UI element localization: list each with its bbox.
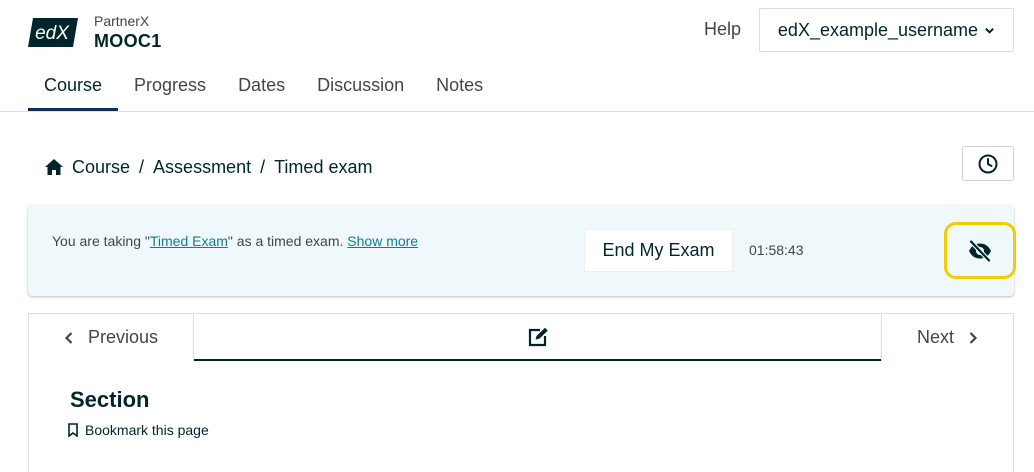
- chevron-down-icon: [985, 27, 994, 34]
- eye-slash-icon: [969, 239, 991, 262]
- course-org: PartnerX: [94, 13, 150, 29]
- exam-message-prefix: You are taking ": [52, 233, 150, 249]
- clock-icon: [978, 154, 998, 173]
- exam-message-suffix: " as a timed exam.: [227, 233, 348, 249]
- breadcrumb-separator: /: [139, 156, 145, 177]
- breadcrumb-timed-exam: Timed exam: [274, 156, 373, 177]
- hide-timer-button[interactable]: [944, 222, 1016, 279]
- tab-course[interactable]: Course: [28, 66, 119, 112]
- tab-dates[interactable]: Dates: [222, 66, 301, 112]
- previous-button[interactable]: Previous: [29, 314, 194, 361]
- bookmark-button[interactable]: Bookmark this page: [67, 422, 209, 438]
- exam-name-link[interactable]: Timed Exam: [150, 233, 228, 249]
- show-more-link[interactable]: Show more: [347, 233, 418, 249]
- bookmark-label: Bookmark this page: [85, 422, 209, 438]
- logo-text: edX: [35, 23, 70, 44]
- clock-button[interactable]: [962, 146, 1014, 181]
- timed-exam-banner: You are taking "Timed Exam" as a timed e…: [28, 205, 1016, 296]
- chevron-left-icon: [64, 331, 73, 344]
- breadcrumb-separator: /: [260, 156, 266, 177]
- course-number: MOOC1: [94, 31, 162, 51]
- section-title: Section: [70, 387, 150, 412]
- previous-label: Previous: [87, 327, 159, 347]
- home-icon[interactable]: [44, 158, 64, 176]
- tab-progress[interactable]: Progress: [118, 66, 222, 112]
- exam-timer: 01:58:43: [749, 242, 804, 258]
- next-button[interactable]: Next: [881, 314, 1013, 361]
- chevron-right-icon: [969, 331, 978, 344]
- username-label: edX_example_username: [777, 19, 979, 40]
- unit-tab[interactable]: [194, 314, 881, 361]
- edx-logo[interactable]: edX: [28, 18, 78, 47]
- breadcrumb-assessment[interactable]: Assessment: [153, 157, 251, 178]
- course-tabs: Course Progress Dates Discussion Notes: [28, 66, 499, 112]
- user-menu-button[interactable]: edX_example_username: [759, 8, 1014, 52]
- breadcrumb: Course / Assessment / Timed exam: [44, 155, 372, 179]
- tab-notes[interactable]: Notes: [420, 66, 499, 112]
- help-link[interactable]: Help: [704, 19, 741, 40]
- unit-content: Section Bookmark this page: [28, 361, 1014, 472]
- exam-message: You are taking "Timed Exam" as a timed e…: [52, 233, 418, 249]
- sequence-navigation: Previous Next: [28, 313, 1014, 361]
- bookmark-icon: [68, 423, 78, 437]
- tabs-divider: [0, 111, 1034, 112]
- end-exam-button[interactable]: End My Exam: [584, 229, 733, 272]
- tab-discussion[interactable]: Discussion: [301, 66, 420, 112]
- next-label: Next: [916, 327, 954, 347]
- breadcrumb-course[interactable]: Course: [72, 157, 130, 178]
- edit-icon: [528, 327, 548, 346]
